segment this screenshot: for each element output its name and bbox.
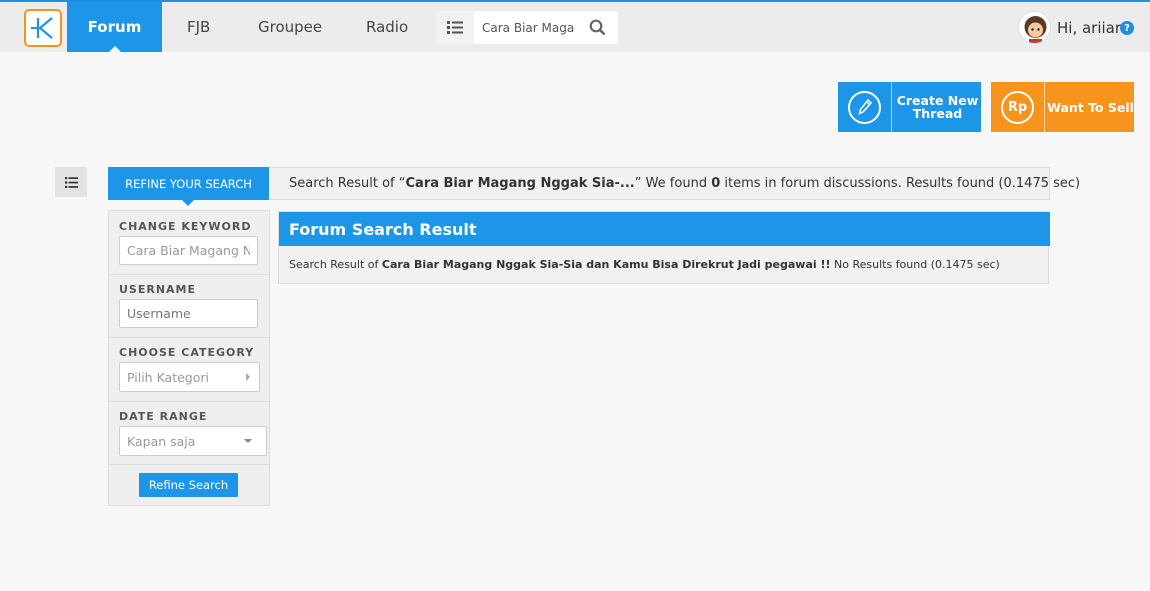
category-label: CHOOSE CATEGORY — [119, 346, 255, 359]
summary-query: Cara Biar Magang Nggak Sia-... — [405, 176, 635, 191]
search-category-list-icon[interactable] — [436, 11, 474, 44]
forum-search-results-panel: Forum Search Result Search Result of Car… — [278, 211, 1050, 284]
search-bar — [436, 11, 618, 44]
logo-k-icon — [31, 17, 53, 39]
date-range-value: Kapan saja — [127, 434, 196, 449]
summary-suffix: items in forum discussions. Results foun… — [720, 176, 1081, 191]
date-range-select[interactable]: Kapan saja — [119, 426, 267, 456]
nav-tab-fjb[interactable]: FJB — [187, 2, 210, 52]
chevron-down-icon — [244, 439, 252, 443]
top-navbar: Forum FJB Groupee Radio Hi, — [0, 0, 1150, 52]
search-summary-bar: REFINE YOUR SEARCH Search Result of “Car… — [108, 167, 1080, 206]
create-thread-label: Create New Thread — [896, 93, 979, 121]
pencil-icon — [848, 90, 881, 124]
nav-tab-groupee[interactable]: Groupee — [258, 2, 322, 52]
user-avatar[interactable] — [1018, 11, 1051, 44]
date-range-section: DATE RANGE Kapan saja — [109, 402, 269, 465]
keyword-section: CHANGE KEYWORD — [109, 211, 269, 275]
nav-tab-forum[interactable]: Forum — [67, 2, 162, 52]
category-section: CHOOSE CATEGORY Pilih Kategori — [109, 338, 269, 402]
create-new-thread-button[interactable]: Create New Thread — [838, 82, 981, 132]
category-select[interactable]: Pilih Kategori — [119, 362, 260, 392]
want-to-sell-label: Want To Sell — [1047, 99, 1134, 115]
keyword-label: CHANGE KEYWORD — [119, 220, 252, 233]
create-thread-icon-wrap — [838, 82, 892, 132]
results-suffix: No Results found (0.1475 sec) — [830, 258, 1000, 271]
username-section: USERNAME — [109, 275, 269, 338]
summary-prefix: Search Result of “ — [289, 176, 406, 191]
search-summary-text: Search Result of “Cara Biar Magang Nggak… — [289, 176, 1080, 191]
refine-search-button[interactable]: Refine Search — [139, 473, 238, 497]
user-greeting[interactable]: Hi, ariiar — [1057, 19, 1121, 37]
search-input[interactable] — [482, 19, 574, 37]
summary-count: 0 — [711, 176, 721, 191]
nav-tab-radio[interactable]: Radio — [366, 2, 408, 52]
results-prefix: Search Result of — [289, 258, 382, 271]
rupiah-icon: Rp — [1001, 90, 1034, 124]
sell-icon-wrap: Rp — [991, 82, 1045, 132]
search-icon[interactable] — [589, 19, 606, 40]
kaskus-logo[interactable] — [24, 9, 62, 47]
results-query: Cara Biar Magang Nggak Sia-Sia dan Kamu … — [381, 258, 831, 271]
want-to-sell-button[interactable]: Rp Want To Sell — [991, 82, 1134, 132]
category-value: Pilih Kategori — [127, 370, 210, 385]
results-title: Forum Search Result — [279, 212, 1050, 246]
username-input[interactable] — [119, 299, 258, 328]
refine-your-search-tab[interactable]: REFINE YOUR SEARCH — [108, 167, 269, 206]
sidebar-toggle-list-icon[interactable] — [55, 167, 87, 197]
refine-sidebar: CHANGE KEYWORD USERNAME CHOOSE CATEGORY … — [108, 210, 270, 506]
chevron-right-icon — [246, 373, 250, 381]
username-label: USERNAME — [119, 283, 197, 296]
help-icon[interactable]: ? — [1120, 21, 1134, 35]
keyword-input[interactable] — [119, 236, 258, 265]
summary-middle: ” We found — [634, 176, 712, 191]
results-message: Search Result of Cara Biar Magang Nggak … — [289, 258, 1000, 271]
date-range-label: DATE RANGE — [119, 410, 208, 423]
